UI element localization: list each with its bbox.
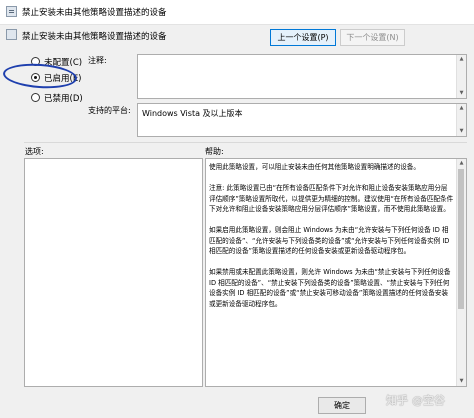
- scroll-up-icon[interactable]: ▲: [457, 55, 466, 64]
- policy-setting-icon: [6, 29, 17, 40]
- comment-scrollbar[interactable]: ▲ ▼: [456, 55, 466, 98]
- section-divider: [24, 142, 467, 143]
- platform-scrollbar[interactable]: ▲ ▼: [456, 104, 466, 136]
- policy-name: 禁止安装未由其他策略设置描述的设备: [22, 32, 167, 42]
- help-paragraph: 注意: 此策略设置已由“在所有设备匹配条件下对允许和阻止设备安装策略应用分层评估…: [209, 184, 454, 213]
- scroll-up-icon[interactable]: ▲: [457, 104, 466, 113]
- radio-disabled-label: 已禁用(D): [44, 94, 83, 104]
- help-paragraph: 如果禁用或未配置此策略设置，则允许 Windows 为未由“禁止安装与下列任何设…: [209, 268, 451, 308]
- options-panel: [24, 158, 203, 387]
- radio-disabled-indicator[interactable]: [31, 93, 40, 102]
- policy-window-icon: [6, 6, 17, 17]
- help-paragraph: 使用此策略设置，可以阻止安装未由任何其他策略设置明确描述的设备。: [209, 163, 420, 171]
- help-text: 使用此策略设置，可以阻止安装未由任何其他策略设置明确描述的设备。 注意: 此策略…: [209, 162, 454, 320]
- previous-setting-button[interactable]: 上一个设置(P): [270, 29, 336, 46]
- supported-platform-box: Windows Vista 及以上版本 ▲ ▼: [137, 103, 467, 137]
- help-scrollbar[interactable]: ▲ ▼: [456, 159, 466, 386]
- scroll-down-icon[interactable]: ▼: [457, 377, 466, 386]
- ok-button[interactable]: 确定: [318, 397, 366, 414]
- help-scroll-thumb[interactable]: [458, 169, 464, 309]
- comment-label: 注释:: [88, 56, 107, 65]
- scroll-down-icon[interactable]: ▼: [457, 127, 466, 136]
- help-label: 帮助:: [205, 147, 224, 156]
- supported-platform-label: 支持的平台:: [88, 106, 131, 115]
- supported-platform-value: Windows Vista 及以上版本: [142, 109, 243, 118]
- title-bar: 禁止安装未由其他策略设置描述的设备: [0, 0, 474, 25]
- options-label: 选项:: [25, 147, 44, 156]
- help-paragraph: 如果启用此策略设置，则会阻止 Windows 为未由“允许安装与下列任何设备 I…: [209, 226, 450, 255]
- scroll-down-icon[interactable]: ▼: [457, 89, 466, 98]
- watermark-text: 知乎 @空谷: [386, 394, 445, 407]
- comment-textarea[interactable]: ▲ ▼: [137, 54, 467, 99]
- window-title: 禁止安装未由其他策略设置描述的设备: [22, 8, 167, 18]
- help-panel[interactable]: 使用此策略设置，可以阻止安装未由任何其他策略设置明确描述的设备。 注意: 此策略…: [205, 158, 467, 387]
- scroll-up-icon[interactable]: ▲: [457, 159, 466, 168]
- next-setting-button[interactable]: 下一个设置(N): [340, 29, 405, 46]
